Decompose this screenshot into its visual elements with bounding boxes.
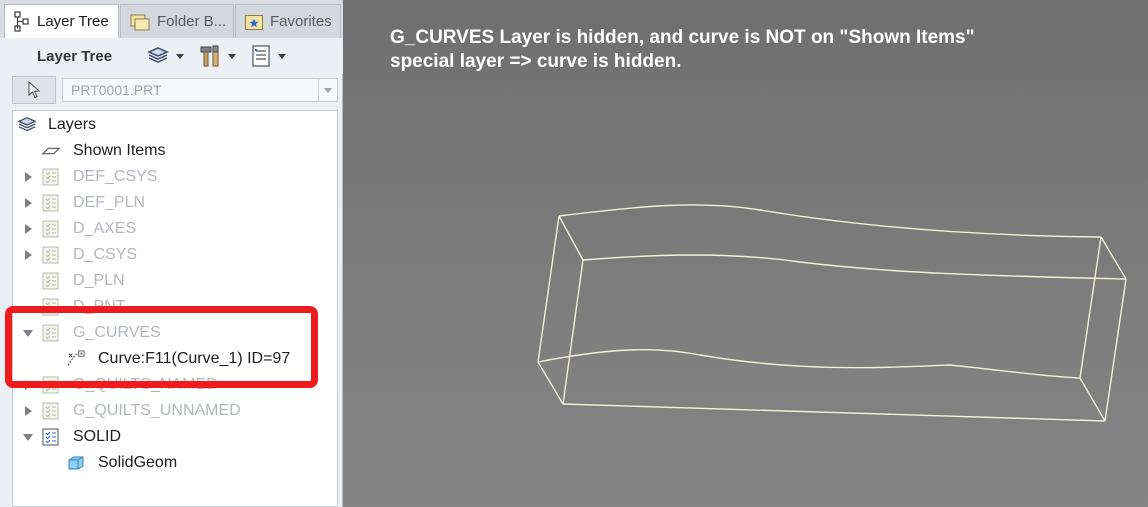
tree-item-solidgeom[interactable]: SolidGeom — [13, 450, 337, 476]
tree-root-label: Layers — [48, 116, 97, 133]
tree-item-d-pln[interactable]: D_PLN — [13, 268, 337, 294]
tab-label: Folder B... — [157, 13, 227, 30]
favorites-icon — [245, 14, 263, 30]
tools-menu-button[interactable] — [198, 44, 236, 68]
tab-folder-browser[interactable]: Folder B... — [120, 4, 234, 38]
expand-arrow-icon[interactable] — [25, 198, 32, 208]
folder-browser-icon — [130, 14, 150, 30]
tree-item-label: D_AXES — [73, 220, 137, 237]
solid-geom-icon — [68, 456, 84, 470]
annotation-line-2: special layer => curve is hidden. — [390, 51, 682, 72]
model-combo-value: PRT0001.PRT — [71, 82, 162, 98]
wireframe-model — [537, 204, 1127, 422]
layer-tree-panel: Layer Tree Folder B... Favorites Layer T… — [0, 0, 343, 507]
tree-item-def-pln[interactable]: DEF_PLN — [13, 190, 337, 216]
layer-icon — [42, 194, 59, 212]
settings-icon — [252, 45, 270, 67]
expand-arrow-icon[interactable] — [25, 224, 32, 234]
layer-toolbar: Layer Tree — [0, 38, 343, 74]
layer-icon — [42, 246, 59, 264]
annotation-text: G_CURVES Layer is hidden, and curve is N… — [390, 26, 975, 74]
panel-tabs: Layer Tree Folder B... Favorites — [0, 0, 343, 38]
toolbar-title: Layer Tree — [37, 48, 113, 65]
tree-item-label: D_PLN — [73, 272, 125, 289]
callout-highlight-box — [5, 306, 318, 388]
settings-menu-button[interactable] — [250, 44, 286, 68]
annotation-line-1: G_CURVES Layer is hidden, and curve is N… — [390, 27, 975, 48]
tab-label: Layer Tree — [37, 13, 109, 30]
tree-item-d-csys[interactable]: D_CSYS — [13, 242, 337, 268]
shown-items-icon — [41, 147, 61, 155]
layer-tree-icon — [14, 10, 29, 32]
layer-icon — [42, 402, 59, 420]
layers-icon — [147, 47, 169, 63]
select-button[interactable] — [12, 76, 56, 104]
tab-layer-tree[interactable]: Layer Tree — [4, 4, 119, 38]
layers-menu-button[interactable] — [146, 44, 184, 68]
tree-item-label: DEF_PLN — [73, 194, 146, 211]
tree-root-layers[interactable]: Layers — [13, 112, 337, 138]
model-combo[interactable]: PRT0001.PRT — [62, 78, 338, 102]
tab-favorites[interactable]: Favorites — [235, 4, 341, 38]
layers-icon — [17, 117, 37, 132]
tree-item-label: DEF_CSYS — [73, 168, 158, 185]
chevron-down-icon[interactable] — [318, 79, 337, 101]
tree-item-def-csys[interactable]: DEF_CSYS — [13, 164, 337, 190]
layer-icon — [42, 272, 59, 290]
tree-item-label: SOLID — [73, 428, 122, 445]
expand-arrow-icon[interactable] — [25, 406, 32, 416]
tools-icon — [200, 45, 219, 67]
tree-item-shown-items[interactable]: Shown Items — [13, 138, 337, 164]
expand-arrow-icon[interactable] — [25, 250, 32, 260]
tab-label: Favorites — [270, 13, 332, 30]
layer-icon — [42, 168, 59, 186]
expand-arrow-icon[interactable] — [25, 172, 32, 182]
layer-icon — [42, 428, 59, 446]
cursor-arrow-icon — [28, 81, 41, 99]
tree-item-g-quilts-unnamed[interactable]: G_QUILTS_UNNAMED — [13, 398, 337, 424]
tree-item-d-axes[interactable]: D_AXES — [13, 216, 337, 242]
tree-item-label: SolidGeom — [98, 454, 178, 471]
tree-item-solid[interactable]: SOLID — [13, 424, 337, 450]
collapse-arrow-icon[interactable] — [23, 434, 33, 441]
tree-item-label: G_QUILTS_UNNAMED — [73, 402, 241, 419]
model-selector: PRT0001.PRT — [12, 76, 338, 106]
layer-icon — [42, 220, 59, 238]
tree-item-label: D_CSYS — [73, 246, 138, 263]
tree-item-label: Shown Items — [73, 142, 166, 159]
